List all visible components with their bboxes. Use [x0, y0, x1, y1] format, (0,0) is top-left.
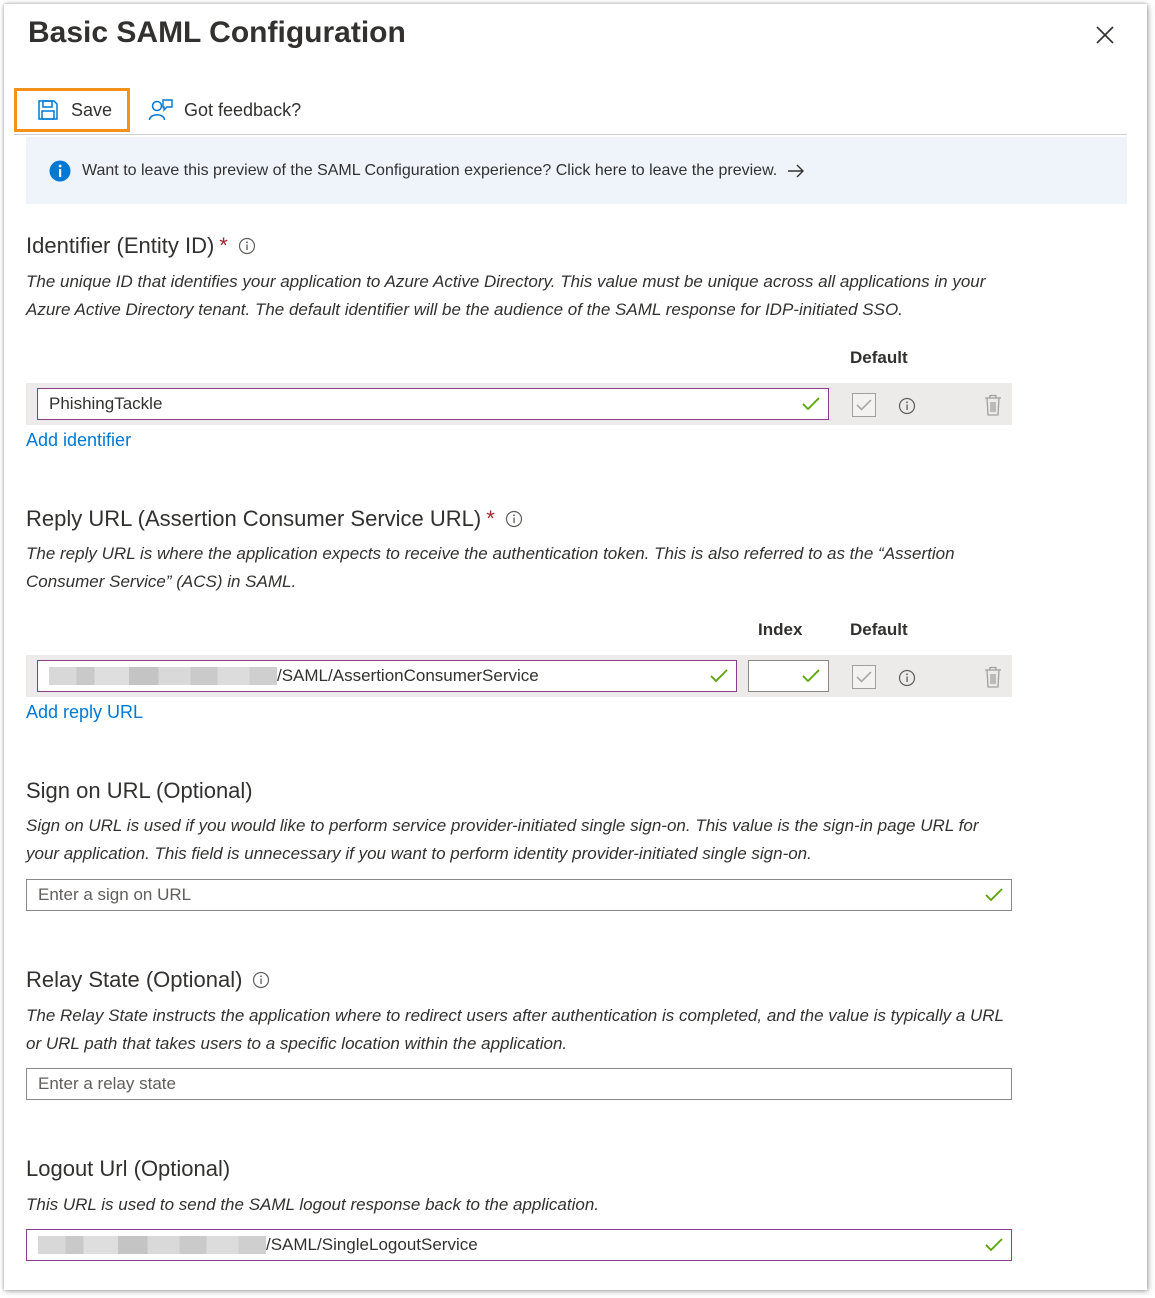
info-icon[interactable]	[898, 669, 916, 687]
info-filled-icon	[49, 160, 71, 181]
save-button[interactable]: Save	[14, 88, 130, 132]
index-field[interactable]	[748, 660, 981, 692]
reply-url-field[interactable]: /SAML/AssertionConsumerService	[37, 660, 737, 692]
checkmark-icon	[856, 399, 872, 411]
default-column-header: Default	[850, 620, 908, 639]
delete-icon[interactable]	[984, 666, 1002, 688]
preview-banner: Want to leave this preview of the SAML C…	[26, 137, 1127, 204]
info-icon[interactable]	[898, 397, 916, 415]
command-bar: Save Got feedback?	[14, 88, 1127, 135]
add-identifier-link[interactable]: Add identifier	[26, 430, 131, 451]
sign-on-title-label: Sign on URL (Optional)	[26, 778, 253, 803]
default-checkbox[interactable]	[852, 393, 876, 417]
required-marker: *	[486, 506, 495, 531]
identifier-description: The unique ID that identifies your appli…	[26, 272, 986, 319]
feedback-icon	[148, 99, 173, 121]
reply-url-value: /SAML/AssertionConsumerService	[277, 666, 539, 685]
close-button[interactable]	[1090, 20, 1120, 50]
reply-url-title-label: Reply URL (Assertion Consumer Service UR…	[26, 506, 482, 531]
logout-title-label: Logout Url (Optional)	[26, 1156, 231, 1181]
close-icon	[1096, 26, 1114, 44]
reply-url-section-title: Reply URL (Assertion Consumer Service UR…	[26, 506, 523, 532]
leave-preview-link[interactable]: Want to leave this preview of the SAML C…	[82, 162, 777, 180]
redacted-domain	[38, 1236, 266, 1254]
default-column-header: Default	[850, 348, 908, 367]
valid-check-icon	[710, 669, 728, 683]
logout-url-field[interactable]: /SAML/SingleLogoutService	[26, 1229, 1012, 1261]
save-icon	[38, 100, 58, 120]
valid-check-icon	[985, 1238, 1003, 1252]
page-title: Basic SAML Configuration	[28, 16, 406, 49]
checkmark-icon	[856, 671, 872, 683]
required-marker: *	[219, 233, 228, 258]
relay-state-input[interactable]	[27, 1070, 1011, 1098]
relay-state-field[interactable]	[26, 1068, 1012, 1100]
relay-state-description: The Relay State instructs the applicatio…	[26, 1006, 1004, 1053]
info-icon[interactable]	[505, 510, 523, 528]
identifier-section-title: Identifier (Entity ID) *	[26, 233, 256, 259]
sign-on-description: Sign on URL is used if you would like to…	[26, 816, 979, 863]
feedback-label: Got feedback?	[184, 99, 302, 120]
delete-icon[interactable]	[984, 394, 1002, 416]
valid-check-icon	[802, 669, 820, 683]
save-button-label: Save	[71, 99, 113, 120]
sign-on-section-title: Sign on URL (Optional)	[26, 778, 253, 804]
sign-on-url-field[interactable]	[26, 879, 1012, 911]
logout-section-title: Logout Url (Optional)	[26, 1156, 230, 1182]
relay-state-section-title: Relay State (Optional)	[26, 967, 270, 993]
redacted-domain	[49, 667, 277, 685]
identifier-title-label: Identifier (Entity ID)	[26, 233, 215, 258]
identifier-field[interactable]	[37, 388, 829, 420]
index-column-header: Index	[758, 620, 803, 639]
info-icon[interactable]	[238, 237, 256, 255]
relay-state-title-label: Relay State (Optional)	[26, 967, 243, 992]
logout-url-value: /SAML/SingleLogoutService	[266, 1235, 478, 1254]
arrow-right-icon[interactable]	[787, 164, 805, 178]
valid-check-icon	[802, 397, 820, 411]
sign-on-url-input[interactable]	[27, 881, 1011, 909]
add-reply-url-link[interactable]: Add reply URL	[26, 702, 143, 723]
feedback-button[interactable]: Got feedback?	[148, 88, 301, 132]
default-checkbox[interactable]	[852, 665, 876, 689]
valid-check-icon	[985, 888, 1003, 902]
logout-description: This URL is used to send the SAML logout…	[26, 1195, 599, 1214]
reply-url-description: The reply URL is where the application e…	[26, 544, 955, 591]
info-icon[interactable]	[252, 971, 270, 989]
saml-config-panel: Basic SAML Configuration Save Got feedba…	[4, 4, 1147, 1290]
identifier-input[interactable]	[38, 390, 828, 418]
